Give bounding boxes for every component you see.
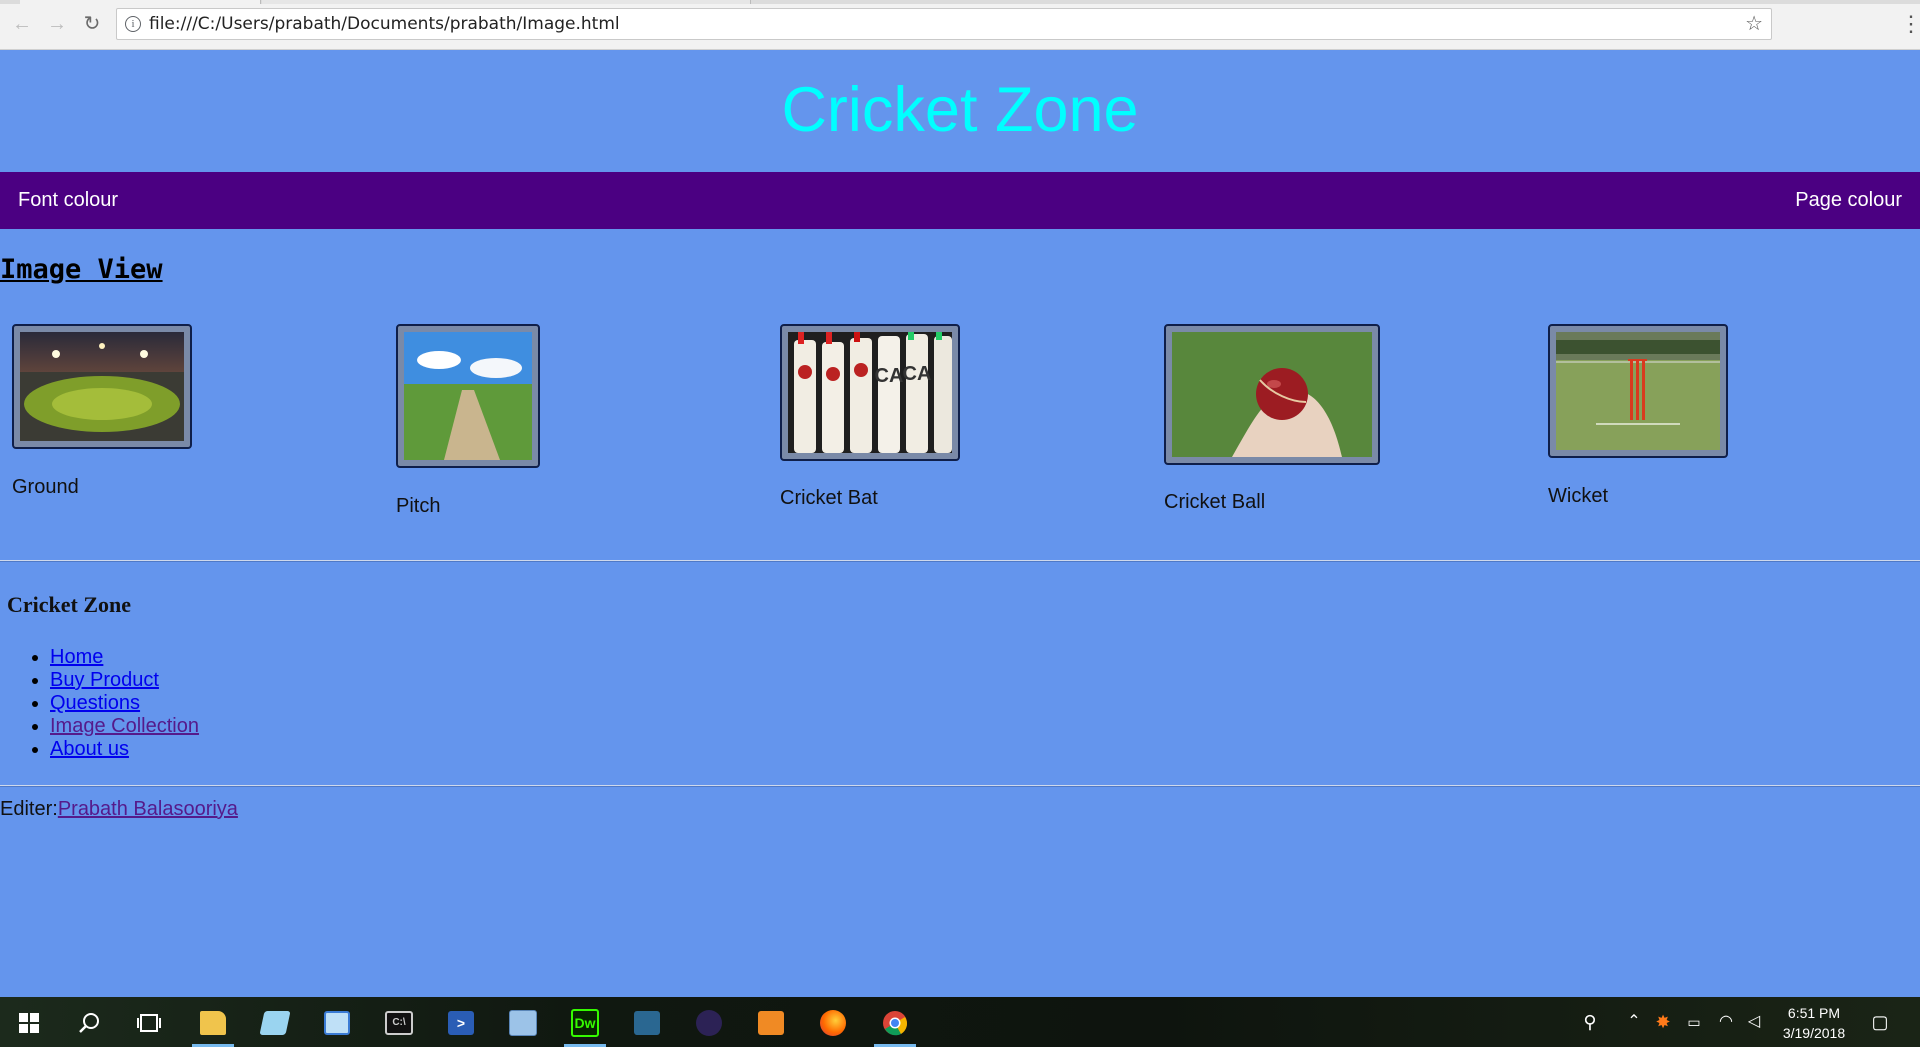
chrome-icon[interactable] <box>866 997 924 1047</box>
virtualbox-icon[interactable] <box>494 997 552 1047</box>
image-frame[interactable] <box>12 324 192 449</box>
gallery-caption: Cricket Ball <box>1164 491 1266 513</box>
gallery-caption: Wicket <box>1548 485 1608 507</box>
pitch-photo <box>404 332 532 460</box>
footer-title: Cricket Zone <box>7 592 132 617</box>
list-item: Buy Product <box>50 669 199 692</box>
list-item: Image Collection <box>50 715 199 738</box>
image-frame[interactable]: CA CA <box>780 324 960 461</box>
people-icon[interactable]: ⚲ <box>1578 997 1602 1047</box>
paint-icon[interactable] <box>308 997 366 1047</box>
eclipse-icon[interactable] <box>680 997 738 1047</box>
page-colour-button[interactable]: Page colour <box>1795 172 1902 229</box>
taskbar: C:\ > Dw ⚲ ⌃ ✸ ▭ ◠ ◁ 6:51 PM 3/19/2018 ▢ <box>0 997 1920 1047</box>
section-title: Image View <box>0 254 163 285</box>
svg-text:CA: CA <box>903 363 932 385</box>
image-frame[interactable] <box>1548 324 1728 458</box>
cricket-ball-photo <box>1172 332 1372 457</box>
windows-start-icon[interactable] <box>0 997 58 1047</box>
url-text[interactable]: file:///C:/Users/prabath/Documents/praba… <box>149 9 620 39</box>
svg-text:CA: CA <box>875 365 904 387</box>
wicket-photo <box>1556 332 1720 450</box>
forward-icon[interactable]: → <box>45 12 69 36</box>
divider <box>0 785 1920 787</box>
buy-product-link[interactable]: Buy Product <box>50 669 159 691</box>
taskbar-clock[interactable]: 6:51 PM 3/19/2018 <box>1766 1003 1862 1043</box>
app-tray-icon[interactable]: ✸ <box>1652 997 1674 1047</box>
image-frame[interactable] <box>396 324 540 468</box>
web-page: Cricket Zone Font colour Page colour Ima… <box>0 50 1920 997</box>
show-hidden-icons-icon[interactable]: ⌃ <box>1622 997 1646 1047</box>
image-collection-link[interactable]: Image Collection <box>50 715 199 737</box>
tab-strip <box>0 0 1920 4</box>
browser-toolbar: ← → ↻ i file:///C:/Users/prabath/Documen… <box>0 0 1920 50</box>
task-view-icon[interactable] <box>120 997 178 1047</box>
reload-icon[interactable]: ↻ <box>80 12 104 36</box>
divider <box>0 560 1920 562</box>
volume-icon[interactable]: ◁ <box>1742 997 1766 1047</box>
powershell-icon[interactable]: > <box>432 997 490 1047</box>
browser-tab[interactable] <box>262 0 751 4</box>
notifications-icon[interactable]: ▢ <box>1866 997 1894 1047</box>
footer-links: Home Buy Product Questions Image Collect… <box>0 646 199 761</box>
mysql-workbench-icon[interactable] <box>618 997 676 1047</box>
browser-tab[interactable] <box>20 0 261 4</box>
address-bar[interactable]: i file:///C:/Users/prabath/Documents/pra… <box>116 8 1772 40</box>
media-player-icon[interactable] <box>742 997 800 1047</box>
gallery-caption: Cricket Bat <box>780 487 878 509</box>
info-icon[interactable]: i <box>125 16 141 32</box>
top-nav-bar: Font colour Page colour <box>0 172 1920 229</box>
clock-date: 3/19/2018 <box>1782 1025 1846 1041</box>
battery-icon[interactable]: ▭ <box>1682 997 1706 1047</box>
firefox-icon[interactable] <box>804 997 862 1047</box>
image-frame[interactable] <box>1164 324 1380 465</box>
font-colour-button[interactable]: Font colour <box>18 172 118 229</box>
gallery-caption: Ground <box>12 476 79 498</box>
questions-link[interactable]: Questions <box>50 692 140 714</box>
bookmark-star-icon[interactable]: ☆ <box>1745 9 1763 39</box>
notepad-icon[interactable] <box>246 997 304 1047</box>
command-prompt-icon[interactable]: C:\ <box>370 997 428 1047</box>
cricket-bats-photo: CA CA <box>788 332 952 453</box>
search-icon[interactable] <box>60 997 118 1047</box>
home-link[interactable]: Home <box>50 646 103 668</box>
editor-credit: Editer:Prabath Balasooriya <box>0 798 238 821</box>
file-explorer-icon[interactable] <box>184 997 242 1047</box>
back-icon[interactable]: ← <box>10 12 34 36</box>
editor-link[interactable]: Prabath Balasooriya <box>58 798 238 820</box>
wifi-icon[interactable]: ◠ <box>1714 997 1738 1047</box>
clock-time: 6:51 PM <box>1787 1005 1841 1021</box>
stadium-photo <box>20 332 184 441</box>
about-us-link[interactable]: About us <box>50 738 129 760</box>
list-item: Questions <box>50 692 199 715</box>
editor-label: Editer: <box>0 798 58 820</box>
list-item: About us <box>50 738 199 761</box>
site-title: Cricket Zone <box>781 75 1139 145</box>
gallery-caption: Pitch <box>396 495 441 517</box>
list-item: Home <box>50 646 199 669</box>
dreamweaver-icon[interactable]: Dw <box>556 997 614 1047</box>
browser-menu-icon[interactable]: ⋮ <box>1900 12 1920 36</box>
